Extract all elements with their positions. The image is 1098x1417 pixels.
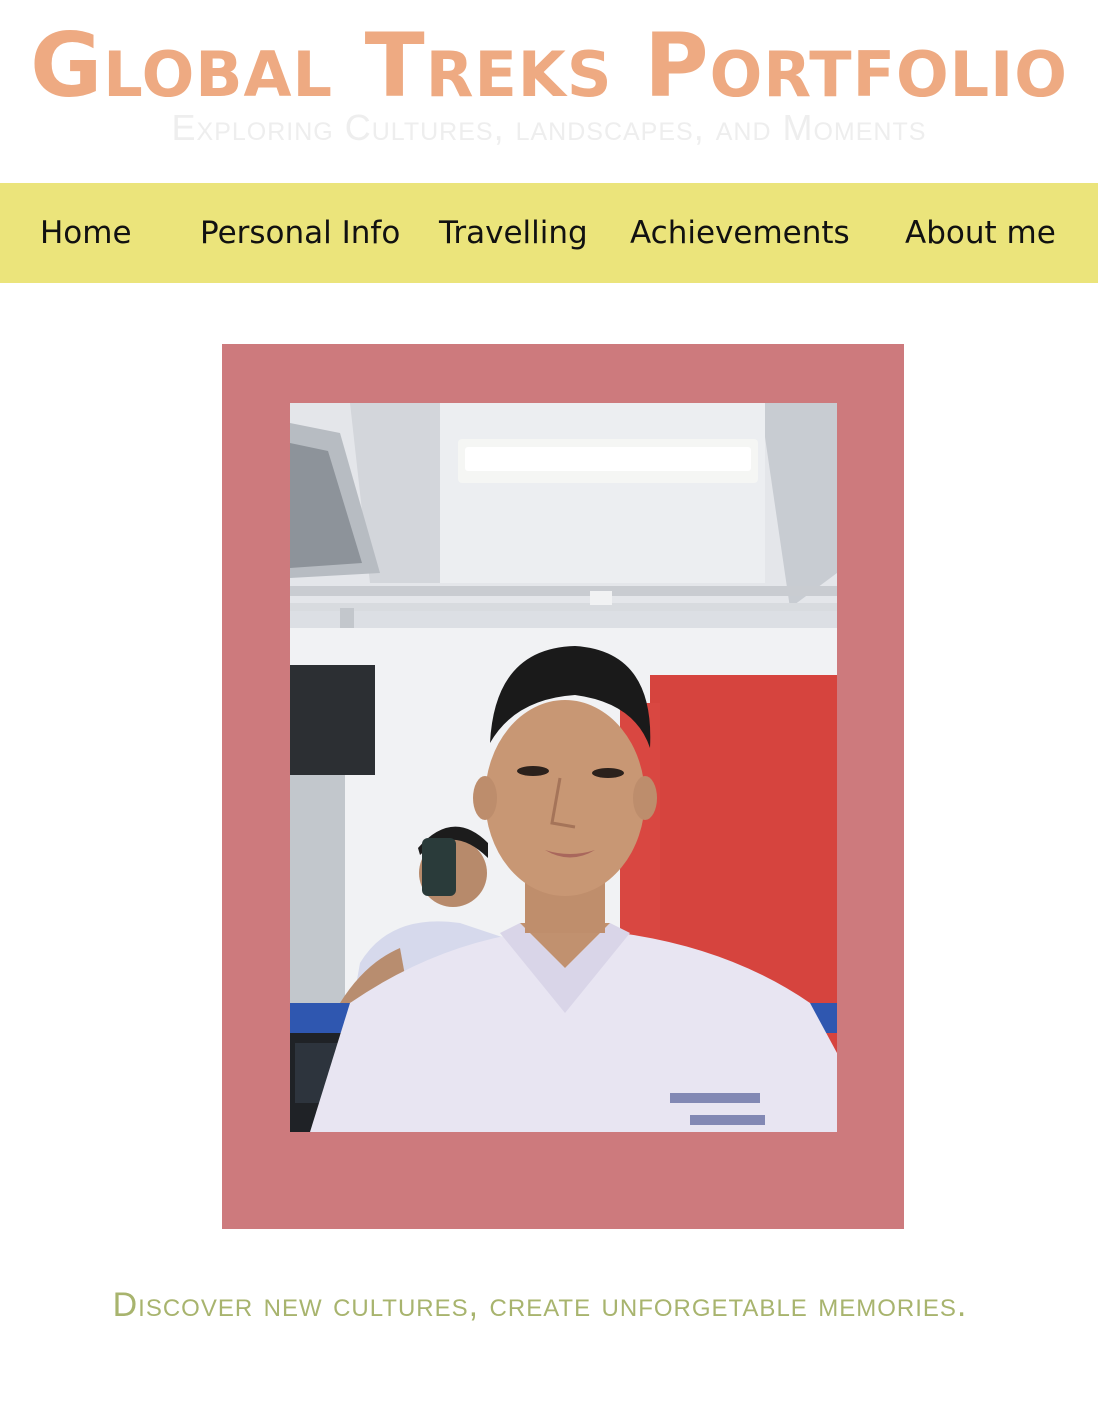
- nav-item-home[interactable]: Home: [40, 183, 132, 283]
- nav-item-personal-info[interactable]: Personal Info: [200, 183, 400, 283]
- nav-item-travelling[interactable]: Travelling: [439, 183, 588, 283]
- photo-frame: [222, 344, 904, 1229]
- profile-photo: [290, 403, 837, 1132]
- nav-bar: Home Personal Info Travelling Achievemen…: [0, 183, 1098, 283]
- nav-item-about-me[interactable]: About me: [905, 183, 1056, 283]
- selfie-illustration: [290, 403, 837, 1132]
- site-subtitle: Exploring Cultures, landscapes, and Mome…: [171, 107, 927, 148]
- site-title: Global Treks Portfolio: [30, 14, 1068, 117]
- nav-item-achievements[interactable]: Achievements: [630, 183, 850, 283]
- tagline: Discover new cultures, create unforgetab…: [112, 1286, 968, 1324]
